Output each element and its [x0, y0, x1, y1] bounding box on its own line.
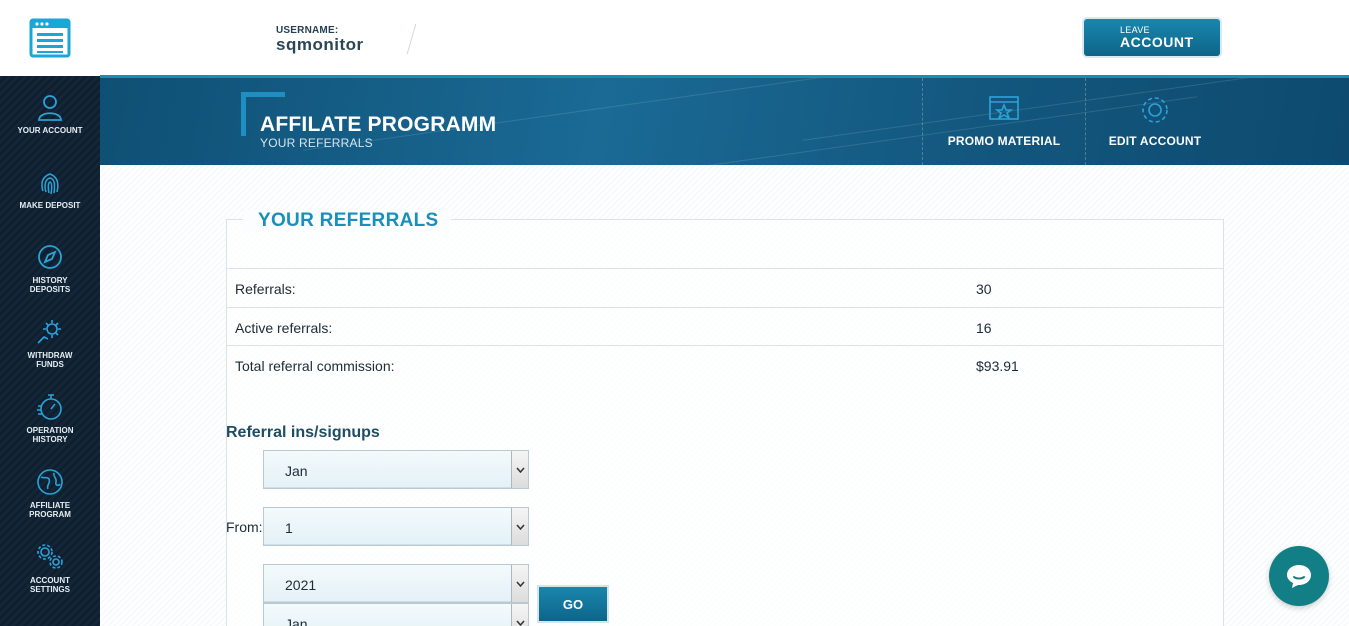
- page-title: AFFILATE PROGRAMM: [260, 113, 497, 136]
- leave-account-big-label: ACCOUNT: [1120, 34, 1194, 50]
- stat-label: Total referral commission:: [235, 358, 395, 374]
- browser-window-icon: [29, 18, 71, 58]
- sidebar-item-label: MAKE DEPOSIT: [19, 201, 81, 210]
- edit-account-link[interactable]: EDIT ACCOUNT: [1075, 94, 1235, 154]
- logo[interactable]: [0, 0, 100, 76]
- select-value: Jan: [285, 463, 308, 479]
- sidebar-item-label: AFFILIATE PROGRAM: [29, 501, 71, 519]
- chevron-down-icon: [511, 451, 528, 488]
- sidebar-item-make-deposit[interactable]: MAKE DEPOSIT: [0, 153, 100, 228]
- to-month-select[interactable]: Jan: [263, 603, 529, 626]
- from-month-select[interactable]: Jan: [263, 450, 529, 489]
- divider: [406, 24, 417, 54]
- sidebar-item-label: ACCOUNT SETTINGS: [29, 576, 70, 594]
- select-value: 2021: [285, 577, 317, 593]
- sidebar-item-label: OPERATION HISTORY: [26, 426, 74, 444]
- banner-divider: [922, 78, 923, 165]
- chevron-down-icon: [511, 604, 528, 626]
- username-block: USERNAME: sqmonitor: [276, 25, 364, 55]
- sidebar-item-history-deposits[interactable]: HISTORY DEPOSITS: [0, 228, 100, 303]
- stat-label: Active referrals:: [235, 319, 333, 336]
- sidebar-item-label: HISTORY DEPOSITS: [29, 276, 71, 294]
- from-year-select[interactable]: 2021: [263, 564, 529, 603]
- table-row: Active referrals: 16: [226, 306, 1224, 346]
- from-day-select[interactable]: 1: [263, 507, 529, 546]
- signups-title: Referral ins/signups: [226, 424, 380, 441]
- edit-account-label: EDIT ACCOUNT: [1108, 134, 1202, 148]
- leave-account-button[interactable]: LEAVE ACCOUNT: [1084, 19, 1220, 56]
- top-header: USERNAME: sqmonitor LEAVE ACCOUNT: [0, 0, 1349, 76]
- stat-value: 16: [976, 319, 992, 336]
- compass-icon: [38, 245, 62, 269]
- sidebar-item-your-account[interactable]: YOUR ACCOUNT: [0, 78, 100, 153]
- globe-icon: [37, 469, 63, 495]
- chevron-down-icon: [511, 565, 528, 602]
- stopwatch-icon: [37, 394, 62, 420]
- promo-material-label: PROMO MATERIAL: [947, 134, 1061, 148]
- chat-button[interactable]: [1269, 546, 1329, 606]
- chevron-down-icon: [511, 508, 528, 545]
- main-content: YOUR REFERRALS Referrals: 30 Active refe…: [100, 165, 1349, 626]
- chat-bubble-icon: [1287, 565, 1311, 588]
- sidebar-item-label: WITHDRAW FUNDS: [27, 351, 73, 369]
- promo-material-link[interactable]: PROMO MATERIAL: [924, 94, 1084, 154]
- table-row: Referrals: 30: [226, 268, 1224, 307]
- referrals-title: YOUR REFERRALS: [243, 210, 451, 232]
- stat-label: Referrals:: [235, 281, 296, 297]
- promo-icon: [989, 96, 1019, 120]
- username-value: sqmonitor: [276, 35, 364, 54]
- table-row: Total referral commission: $93.91: [226, 345, 1224, 384]
- sidebar-item-operation-history[interactable]: OPERATION HISTORY: [0, 378, 100, 453]
- user-icon: [38, 95, 62, 121]
- select-value: Jan: [285, 616, 308, 626]
- stat-value: $93.91: [976, 358, 1019, 374]
- gear-hand-icon: [37, 320, 61, 344]
- gears-icon: [37, 544, 63, 569]
- sidebar-item-affiliate-program[interactable]: AFFILIATE PROGRAM: [0, 453, 100, 528]
- sidebar-item-account-settings[interactable]: ACCOUNT SETTINGS: [0, 528, 100, 603]
- gear-icon: [1142, 97, 1168, 123]
- sidebar-item-label: YOUR ACCOUNT: [17, 126, 83, 135]
- go-button[interactable]: GO: [537, 585, 609, 623]
- select-value: 1: [285, 520, 293, 536]
- page-banner: AFFILATE PROGRAMM YOUR REFERRALS PROMO M…: [100, 78, 1349, 165]
- sidebar-item-withdraw-funds[interactable]: WITHDRAW FUNDS: [0, 303, 100, 378]
- page-subtitle: YOUR REFERRALS: [260, 136, 373, 150]
- fingerprint-icon: [41, 173, 59, 195]
- referrals-stats-table: Referrals: 30 Active referrals: 16 Total…: [226, 268, 1224, 384]
- from-label: From:: [226, 519, 263, 535]
- stat-value: 30: [976, 281, 992, 297]
- sidebar: YOUR ACCOUNT MAKE DEPOSIT HISTORY DEPOSI…: [0, 76, 100, 626]
